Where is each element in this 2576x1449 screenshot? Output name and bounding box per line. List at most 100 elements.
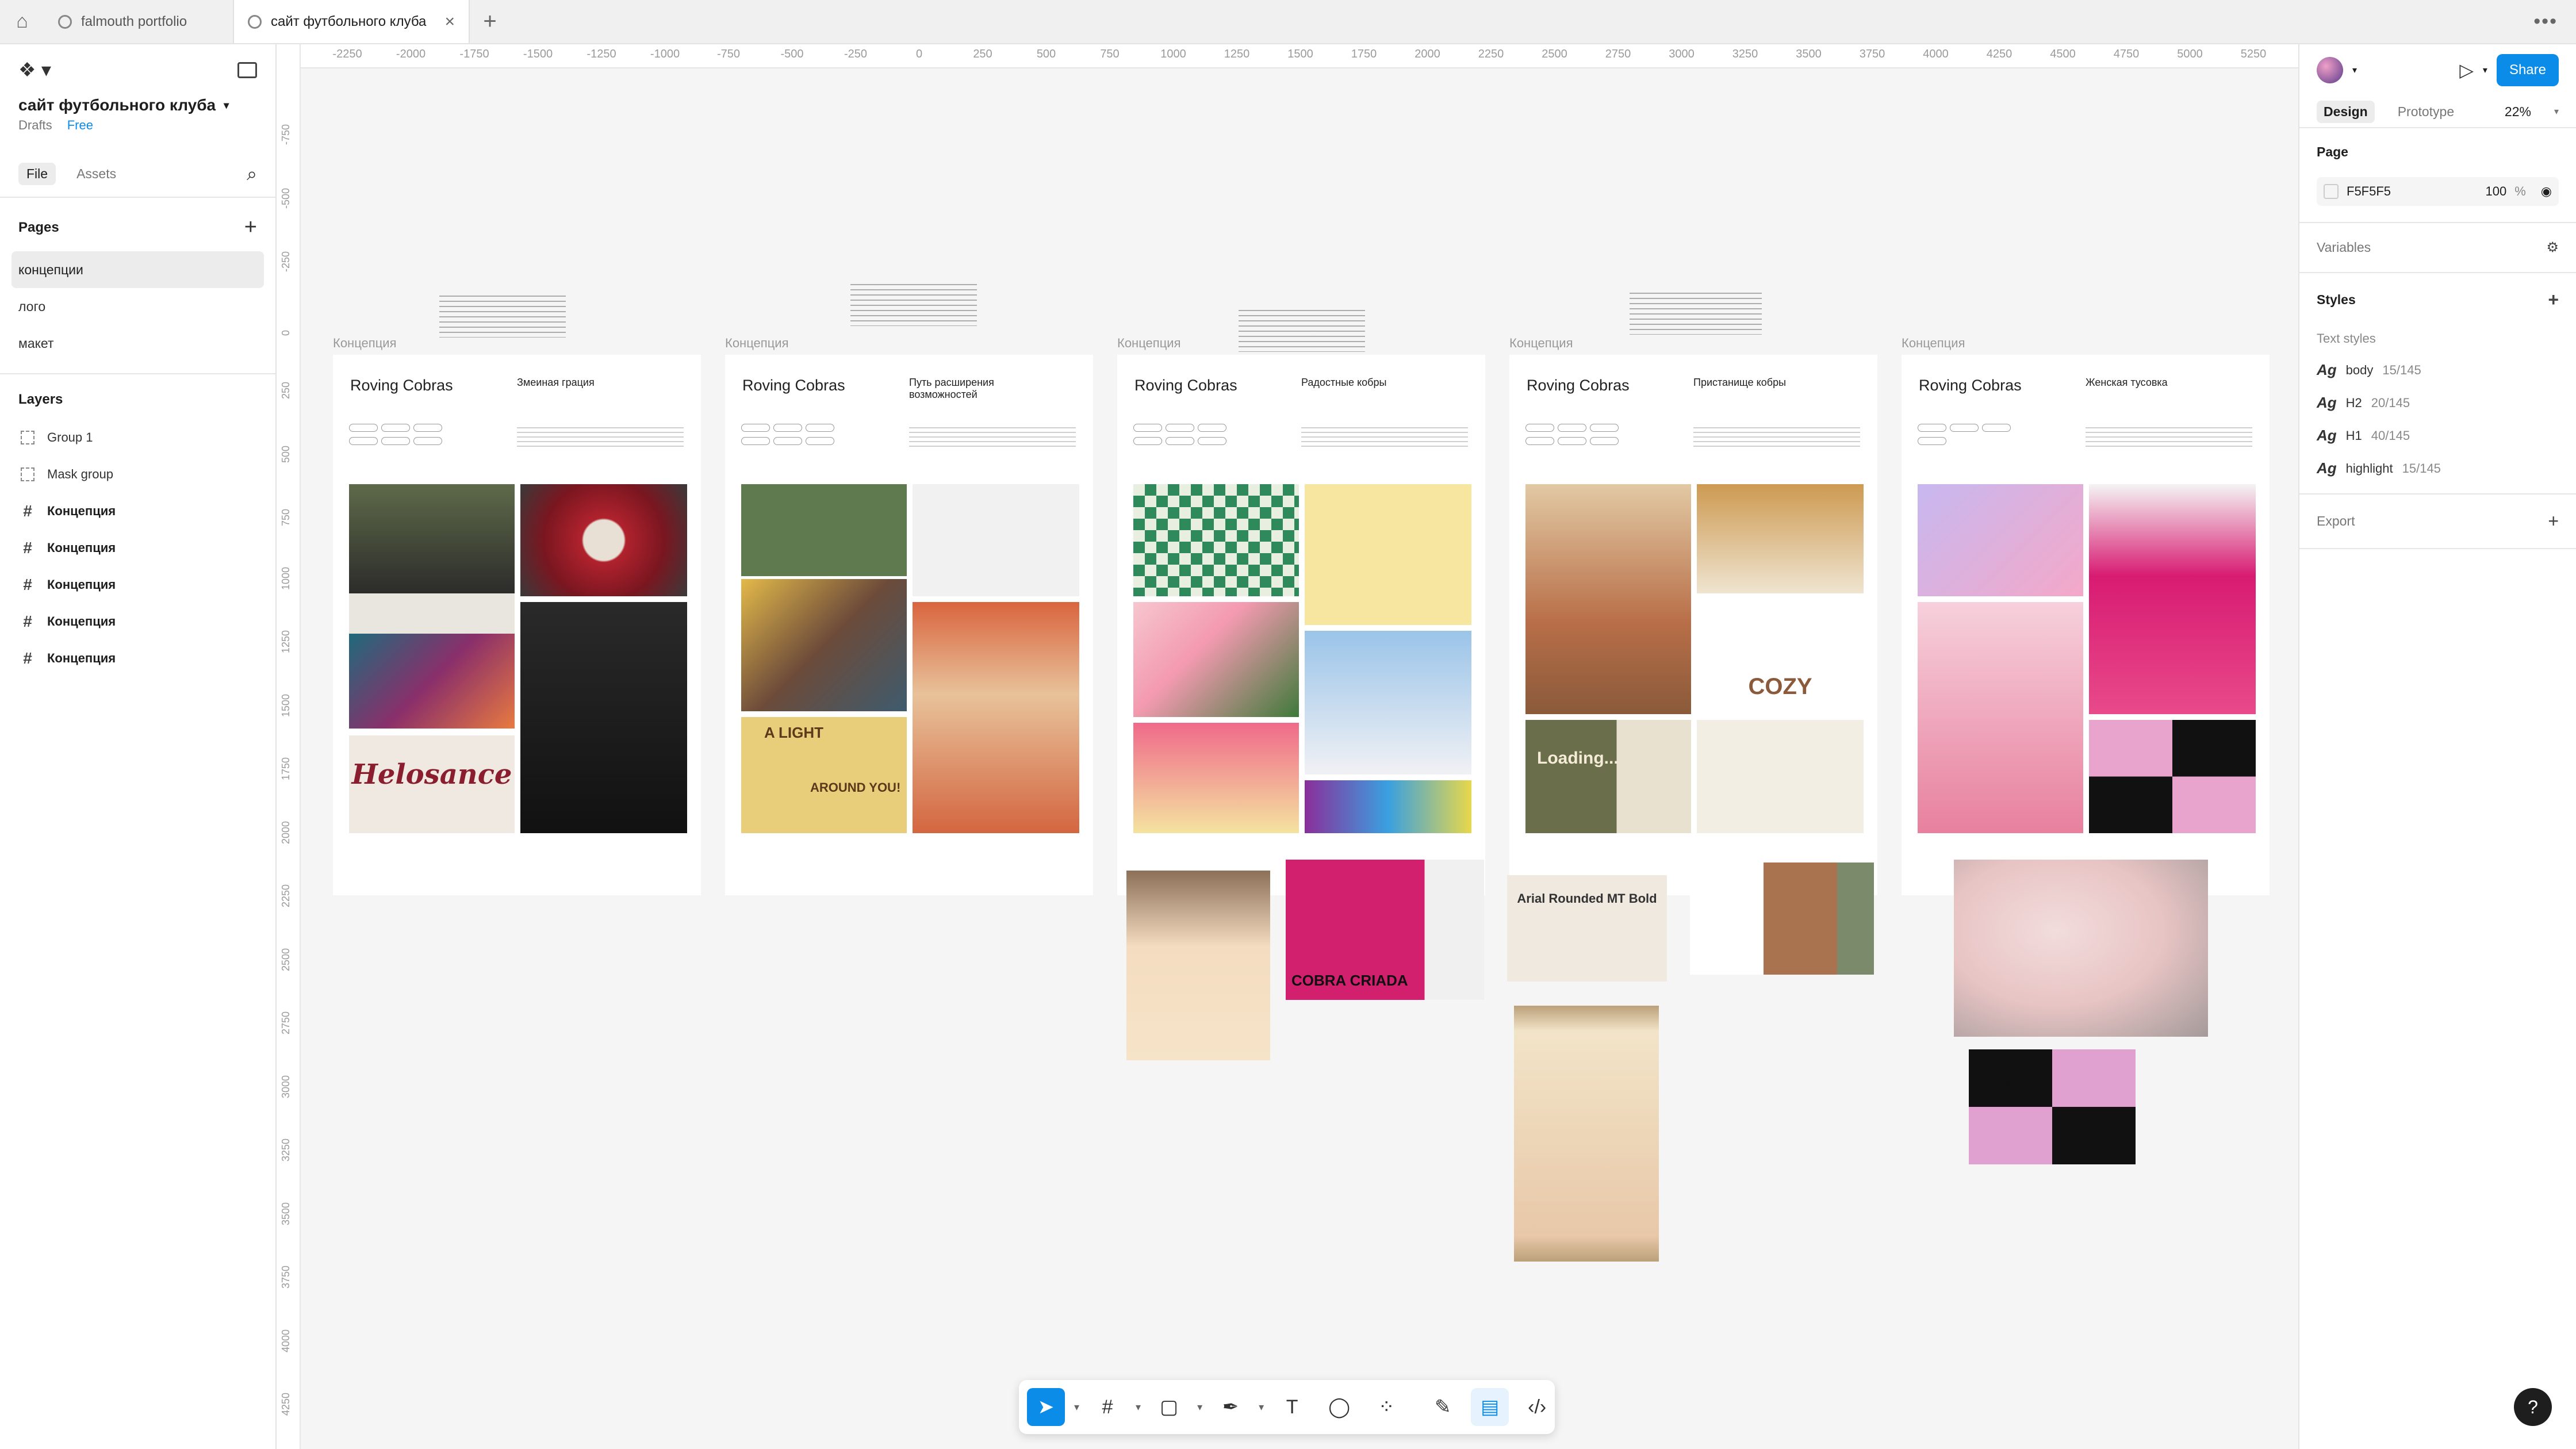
assets-tab[interactable]: Assets xyxy=(76,166,116,182)
tab-current-file[interactable]: сайт футбольного клуба × xyxy=(234,0,470,43)
moodboard-image xyxy=(349,484,515,593)
page-item[interactable]: лого xyxy=(0,288,275,325)
layer-item[interactable]: # Концепция xyxy=(0,493,275,530)
add-page-icon[interactable]: + xyxy=(244,215,257,240)
zoom-level[interactable]: 22% xyxy=(2505,104,2531,120)
figma-menu-icon[interactable]: ❖ ▾ xyxy=(18,59,51,82)
ruler-tick-label: 2500 xyxy=(280,948,292,971)
layer-item[interactable]: # Концепция xyxy=(0,640,275,677)
board-concept-title: Радостные кобры xyxy=(1301,377,1387,388)
help-button[interactable]: ? xyxy=(2514,1388,2552,1426)
text-tool-icon[interactable]: T xyxy=(1273,1388,1311,1426)
board-brand: Roving Cobras xyxy=(1527,377,1630,394)
canvas[interactable]: -2250 -2000 -1750 -1500 -1250 -1000 -750 -500 -2… xyxy=(277,44,2298,1449)
frame-label[interactable]: Концепция xyxy=(725,336,789,351)
frame-label[interactable]: Концепция xyxy=(1509,336,1573,351)
concept-board[interactable]: Roving Cobras Змеиная грация Helosance xyxy=(333,355,701,895)
concept-board[interactable]: Roving Cobras Радостные кобры xyxy=(1117,355,1485,895)
plan-badge[interactable]: Free xyxy=(67,118,93,133)
color-palette[interactable] xyxy=(1690,862,1874,975)
file-title[interactable]: сайт футбольного клуба ▾ xyxy=(0,96,275,114)
page-color-value[interactable]: F5F5F5 xyxy=(2347,184,2391,199)
font-specimen[interactable]: Arial Rounded MT Bold xyxy=(1507,875,1667,982)
ruler-tick-label: 5250 xyxy=(2240,48,2267,60)
chevron-down-icon[interactable]: ▾ xyxy=(1259,1401,1264,1413)
panel-toggle-icon[interactable] xyxy=(237,62,257,78)
text-style-item[interactable]: Ag highlight 15/145 xyxy=(2317,459,2559,477)
frame-label[interactable]: Концепция xyxy=(1117,336,1181,351)
loose-image[interactable] xyxy=(1126,871,1270,1060)
frame-label[interactable]: Концепция xyxy=(333,336,397,351)
dev-mode-icon[interactable]: ‹/› xyxy=(1518,1388,1556,1426)
ruler-tick-label: 3750 xyxy=(1859,48,1885,60)
move-tool-icon[interactable]: ➤ xyxy=(1027,1388,1065,1426)
tag-list xyxy=(1133,424,1248,447)
text-note[interactable] xyxy=(439,292,566,338)
chevron-down-icon[interactable]: ▾ xyxy=(1074,1401,1079,1413)
loose-image[interactable] xyxy=(1954,860,2208,1037)
page-item[interactable]: концепции xyxy=(12,251,264,288)
pen-tool-icon[interactable]: ✒ xyxy=(1212,1388,1249,1426)
ruler-tick-label: 2250 xyxy=(1478,48,1504,60)
page-item[interactable]: макет xyxy=(0,325,275,362)
eye-icon[interactable]: ◉ xyxy=(2541,184,2552,199)
ruler-tick-label: 250 xyxy=(973,48,992,60)
drafts-link[interactable]: Drafts xyxy=(18,118,52,133)
color-swatch[interactable] xyxy=(2324,184,2339,199)
design-mode-icon[interactable]: ▤ xyxy=(1471,1388,1509,1426)
page-color-field[interactable]: F5F5F5 100 % ◉ xyxy=(2317,177,2559,206)
layer-item[interactable]: Mask group xyxy=(0,456,275,493)
components-tool-icon[interactable]: ⁘ xyxy=(1367,1388,1405,1426)
ruler-tick-label: 3500 xyxy=(280,1202,292,1225)
add-style-icon[interactable]: + xyxy=(2548,289,2559,310)
variables-settings-icon[interactable]: ⚙ xyxy=(2546,239,2559,256)
moodboard-image xyxy=(1525,484,1691,714)
frame-tool-icon[interactable]: # xyxy=(1088,1388,1126,1426)
layer-item[interactable]: Group 1 xyxy=(0,419,275,456)
text-note[interactable] xyxy=(1239,306,1365,352)
home-icon[interactable]: ⌂ xyxy=(0,0,44,43)
layer-item[interactable]: # Концепция xyxy=(0,566,275,603)
text-style-item[interactable]: Ag H1 40/145 xyxy=(2317,427,2559,444)
text-note[interactable] xyxy=(1630,289,1762,335)
variables-section: Variables ⚙ xyxy=(2299,223,2576,273)
text-styles-label: Text styles xyxy=(2317,331,2376,346)
chevron-down-icon[interactable]: ▾ xyxy=(1136,1401,1141,1413)
close-icon[interactable]: × xyxy=(444,12,455,32)
concept-board[interactable]: Roving Cobras Путь расширения возможност… xyxy=(725,355,1093,895)
text-style-item[interactable]: Ag H2 20/145 xyxy=(2317,394,2559,412)
tab-prototype[interactable]: Prototype xyxy=(2398,104,2454,120)
text-style-item[interactable]: Ag body 15/145 xyxy=(2317,361,2559,379)
concept-board[interactable]: Roving Cobras Женская тусовка xyxy=(1902,355,2270,895)
avatar[interactable] xyxy=(2317,57,2343,83)
add-tab-icon[interactable]: + xyxy=(470,0,510,43)
frame-icon: # xyxy=(23,576,32,593)
search-icon[interactable]: ⌕ xyxy=(247,163,257,185)
tab-falmouth-portfolio[interactable]: falmouth portfolio xyxy=(44,0,234,43)
chevron-down-icon[interactable]: ▾ xyxy=(1197,1401,1202,1413)
file-tab[interactable]: File xyxy=(18,163,56,185)
tab-design[interactable]: Design xyxy=(2317,100,2375,123)
present-icon[interactable]: ▷ xyxy=(2459,59,2474,81)
layer-item[interactable]: # Концепция xyxy=(0,603,275,640)
loose-image[interactable]: PINK SNAKE xyxy=(1969,1049,2136,1164)
text-style-icon: Ag xyxy=(2317,361,2337,378)
share-button[interactable]: Share xyxy=(2496,54,2559,86)
loose-image[interactable] xyxy=(1514,1006,1659,1262)
chevron-down-icon[interactable]: ▾ xyxy=(2554,106,2559,117)
chevron-down-icon[interactable]: ▾ xyxy=(2352,64,2357,76)
text-note[interactable] xyxy=(850,280,977,326)
chevron-down-icon[interactable]: ▾ xyxy=(2483,64,2487,76)
rectangle-tool-icon[interactable]: ▢ xyxy=(1150,1388,1188,1426)
concept-board[interactable]: Roving Cobras Пристанище кобры Loading..… xyxy=(1509,355,1877,895)
draw-mode-icon[interactable]: ✎ xyxy=(1424,1388,1462,1426)
styles-section: Styles + Text styles Ag body 15/145 Ag H2 20… xyxy=(2299,273,2576,494)
frame-label[interactable]: Концепция xyxy=(1902,336,1965,351)
page-opacity[interactable]: 100 xyxy=(2486,184,2507,199)
tab-label: сайт футбольного клуба xyxy=(271,13,427,29)
more-icon[interactable]: ••• xyxy=(2533,10,2558,33)
add-export-icon[interactable]: + xyxy=(2548,511,2559,532)
comment-tool-icon[interactable]: ◯ xyxy=(1320,1388,1358,1426)
layer-item[interactable]: # Концепция xyxy=(0,530,275,566)
loose-image[interactable]: COBRA CRIADA xyxy=(1286,860,1484,1000)
